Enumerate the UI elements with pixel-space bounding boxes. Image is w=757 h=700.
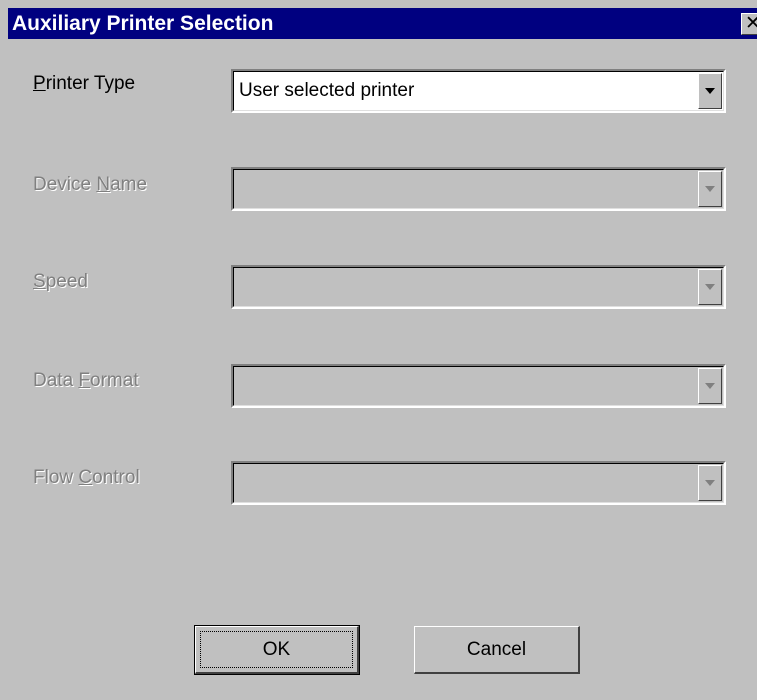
printer-type-value: User selected printer bbox=[239, 80, 415, 101]
data-format-label-text: ormat bbox=[90, 370, 139, 391]
chevron-down-icon bbox=[705, 383, 715, 389]
close-icon: ✕ bbox=[745, 13, 757, 34]
device-name-dropdown-button[interactable] bbox=[698, 171, 722, 207]
ok-button[interactable]: OK bbox=[194, 625, 360, 675]
device-name-label: Device Name bbox=[33, 173, 147, 197]
cancel-button-label: Cancel bbox=[466, 638, 527, 660]
data-format-label: Data Format bbox=[33, 369, 139, 393]
window-title: Auxiliary Printer Selection bbox=[12, 12, 274, 35]
ok-button-label: OK bbox=[262, 638, 291, 660]
speed-dropdown-button[interactable] bbox=[698, 269, 722, 305]
data-format-dropdown-frame bbox=[233, 366, 724, 406]
printer-type-label: Printer Type bbox=[33, 72, 135, 96]
chevron-down-icon bbox=[705, 186, 715, 192]
speed-label-text: peed bbox=[45, 271, 88, 292]
flow-control-dropdown-button[interactable] bbox=[698, 465, 722, 501]
flow-control-label-text: ontrol bbox=[92, 467, 140, 488]
speed-label-accelerator: S bbox=[33, 271, 46, 292]
data-format-label-accelerator: F bbox=[78, 370, 91, 391]
chevron-down-icon bbox=[705, 284, 715, 290]
device-name-label-prefix: Device bbox=[33, 174, 97, 195]
close-button[interactable]: ✕ bbox=[741, 13, 757, 35]
data-format-dropdown[interactable] bbox=[231, 364, 726, 408]
device-name-dropdown-frame bbox=[233, 169, 724, 209]
speed-dropdown[interactable] bbox=[231, 265, 726, 309]
flow-control-label-prefix: Flow bbox=[33, 467, 79, 488]
device-name-label-text: ame bbox=[110, 174, 148, 195]
cancel-button[interactable]: Cancel bbox=[414, 626, 580, 674]
printer-type-dropdown-button[interactable] bbox=[698, 73, 722, 109]
printer-type-dropdown[interactable]: User selected printer bbox=[231, 69, 726, 113]
device-name-label-accelerator: N bbox=[96, 174, 111, 195]
speed-label: Speed bbox=[33, 270, 88, 294]
flow-control-dropdown-frame bbox=[233, 463, 724, 503]
speed-dropdown-frame bbox=[233, 267, 724, 307]
chevron-down-icon bbox=[705, 480, 715, 486]
printer-type-label-text: rinter Type bbox=[45, 73, 136, 94]
flow-control-label: Flow Control bbox=[33, 466, 140, 490]
title-bar[interactable]: Auxiliary Printer Selection ✕ bbox=[8, 8, 757, 39]
flow-control-label-accelerator: C bbox=[78, 467, 93, 488]
data-format-label-prefix: Data bbox=[33, 370, 79, 391]
auxiliary-printer-selection-dialog: Auxiliary Printer Selection ✕ Printer Ty… bbox=[0, 0, 757, 700]
chevron-down-icon bbox=[705, 88, 715, 94]
device-name-dropdown[interactable] bbox=[231, 167, 726, 211]
flow-control-dropdown[interactable] bbox=[231, 461, 726, 505]
printer-type-label-accelerator: P bbox=[33, 73, 46, 94]
data-format-dropdown-button[interactable] bbox=[698, 368, 722, 404]
